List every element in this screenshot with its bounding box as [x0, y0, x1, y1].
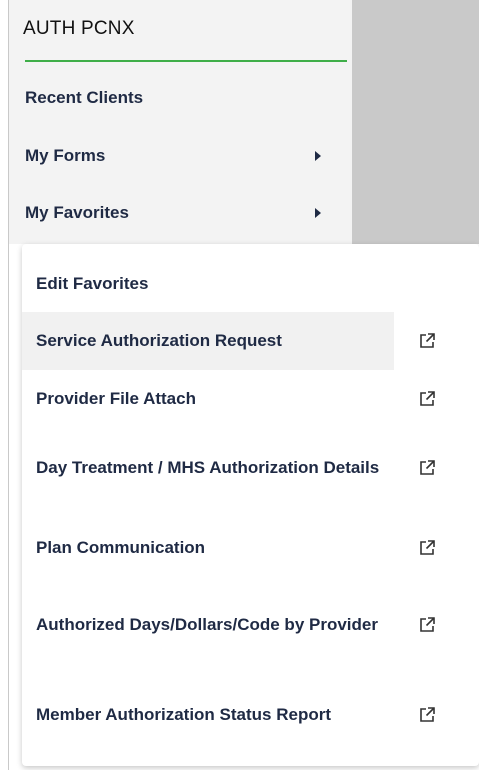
nav-item-label: My Forms: [25, 146, 106, 165]
favorite-item[interactable]: Provider File Attach: [22, 370, 479, 428]
favorite-item-label: Member Authorization Status Report: [36, 705, 331, 724]
external-link-icon[interactable]: [418, 706, 436, 724]
favorite-item-label: Day Treatment / MHS Authorization Detail…: [36, 458, 380, 477]
edit-favorites-item[interactable]: Edit Favorites: [22, 262, 479, 306]
external-link-icon[interactable]: [418, 539, 436, 557]
nav-item-my-favorites[interactable]: My Favorites: [25, 191, 325, 235]
nav-panel: AUTH PCNX Recent Clients My Forms My Fav…: [9, 0, 352, 244]
external-link-icon[interactable]: [418, 332, 436, 350]
app-background: [352, 0, 479, 244]
favorite-item-label: Service Authorization Request: [36, 331, 282, 350]
favorite-item[interactable]: Day Treatment / MHS Authorization Detail…: [22, 432, 479, 504]
external-link-icon[interactable]: [418, 459, 436, 477]
caret-right-icon: [315, 151, 321, 161]
nav-item-my-forms[interactable]: My Forms: [25, 134, 325, 178]
caret-right-icon: [315, 208, 321, 218]
favorite-item-label: Plan Communication: [36, 538, 206, 557]
nav-item-label: My Favorites: [25, 203, 129, 222]
favorite-item[interactable]: Authorized Days/Dollars/Code by Provider: [22, 589, 479, 661]
edit-favorites-label: Edit Favorites: [36, 274, 149, 293]
favorite-item[interactable]: Plan Communication: [22, 519, 479, 577]
external-link-icon[interactable]: [418, 390, 436, 408]
app-stage: AUTH PCNX Recent Clients My Forms My Fav…: [0, 0, 479, 770]
favorite-item-label: Provider File Attach: [36, 389, 196, 408]
nav-item-recent-clients[interactable]: Recent Clients: [25, 76, 325, 120]
nav-title-underline: [25, 60, 347, 62]
nav-title: AUTH PCNX: [23, 18, 135, 39]
favorites-flyout-menu: Edit Favorites Service Authorization Req…: [22, 244, 479, 766]
external-link-icon[interactable]: [418, 616, 436, 634]
favorite-item-label: Authorized Days/Dollars/Code by Provider: [36, 615, 378, 634]
favorite-item[interactable]: Member Authorization Status Report: [22, 679, 479, 751]
nav-item-label: Recent Clients: [25, 88, 144, 107]
favorite-item[interactable]: Service Authorization Request: [22, 312, 479, 370]
